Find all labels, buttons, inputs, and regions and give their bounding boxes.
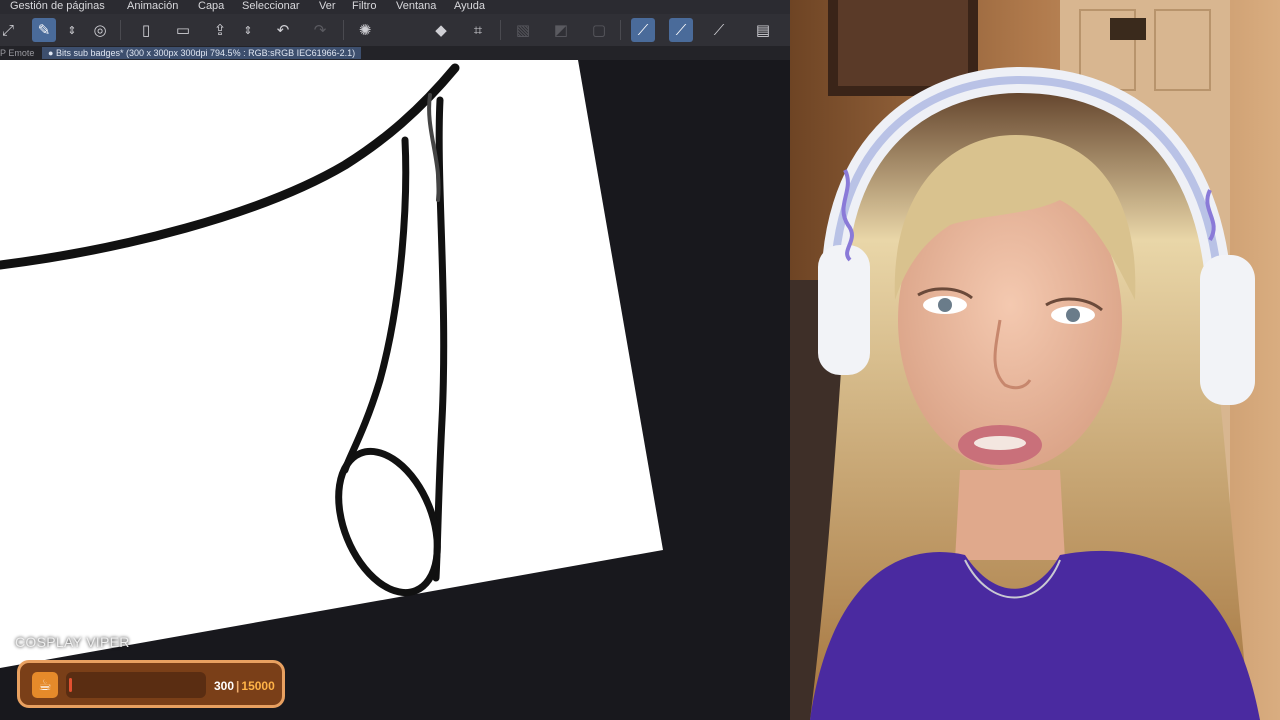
new-file-icon[interactable]: ▯ [134,18,158,42]
drawing-app-window: Gestión de páginas Animación Capa Selecc… [0,0,790,720]
spinner-arrows-icon[interactable]: ⇕ [60,18,84,42]
goal-progress-widget: ☕ 300 | 15000 [17,660,285,708]
menu-select[interactable]: Seleccionar [242,0,299,12]
crop-icon[interactable]: ⌗ [466,18,490,42]
fill-icon[interactable]: ◆ [429,18,453,42]
menu-bar: Gestión de páginas Animación Capa Selecc… [0,0,790,14]
selection-invert-icon[interactable]: ◩ [549,18,573,42]
export-icon[interactable]: ⇪ [208,18,232,42]
coffee-cup-icon: ☕ [32,672,58,698]
brush-icon[interactable]: ⟋ [669,18,693,42]
stabilizer-icon[interactable]: ⟋ [631,18,655,42]
menu-help[interactable]: Ayuda [454,0,485,12]
tab-active-dot: ● [48,48,56,58]
toolbar-divider [120,20,121,40]
ruler-icon[interactable]: ⟋ [707,18,731,42]
selection-icon[interactable]: ▢ [587,18,611,42]
menu-page-management[interactable]: Gestión de páginas [10,0,105,12]
brush-settings-icon[interactable]: ✎ [32,18,56,42]
headphones-right-cup [1200,255,1255,405]
navigator-icon[interactable]: ◎ [88,18,112,42]
canvas-drawing[interactable] [0,60,790,720]
canvas-paper [0,60,663,668]
goal-separator: | [236,679,240,693]
toolbar-divider [500,20,501,40]
pen-tool-icon[interactable]: ⤢ [0,18,20,42]
tab-bits-sub-badges[interactable]: ● Bits sub badges* (300 x 300px 300dpi 7… [42,47,362,59]
goal-progress-track [66,672,206,698]
webcam-image [790,0,1280,720]
menu-window[interactable]: Ventana [396,0,436,12]
goal-numbers: 300 | 15000 [214,679,275,693]
toolbar: ⤢ ✎ ⇕ ◎ ▯ ▭ ⇪ ⇕ ↶ ↷ ✺ ◆ ⌗ ▧ ◩ ▢ ⟋ ⟋ ⟋ ▤ [0,14,790,47]
menu-layer[interactable]: Capa [198,0,224,12]
document-tab-bar: P Emote ● Bits sub badges* (300 x 300px … [0,46,790,60]
goal-current-value: 300 [214,679,235,693]
tablet-icon[interactable]: ▤ [751,18,775,42]
menu-view[interactable]: Ver [319,0,336,12]
tab-emote[interactable]: P Emote [0,46,34,60]
door-sign [1110,18,1146,40]
spinner-arrows-icon[interactable]: ⇕ [236,18,260,42]
selection-clear-icon[interactable]: ▧ [511,18,535,42]
goal-target-value: 15000 [241,679,275,693]
menu-animation[interactable]: Animación [127,0,178,12]
undo-icon[interactable]: ↶ [271,18,295,42]
loading-icon[interactable]: ✺ [353,18,377,42]
goal-title: COSPLAY VIPER [15,634,130,650]
headphones-left-cup [818,245,870,375]
redo-icon[interactable]: ↷ [308,18,332,42]
toolbar-divider [620,20,621,40]
open-folder-icon[interactable]: ▭ [171,18,195,42]
toolbar-divider [343,20,344,40]
webcam-feed [790,0,1280,720]
tab-active-label: Bits sub badges* (300 x 300px 300dpi 794… [55,48,356,58]
canvas-area[interactable] [0,60,790,720]
menu-filter[interactable]: Filtro [352,0,376,12]
goal-progress-fill [69,678,72,692]
